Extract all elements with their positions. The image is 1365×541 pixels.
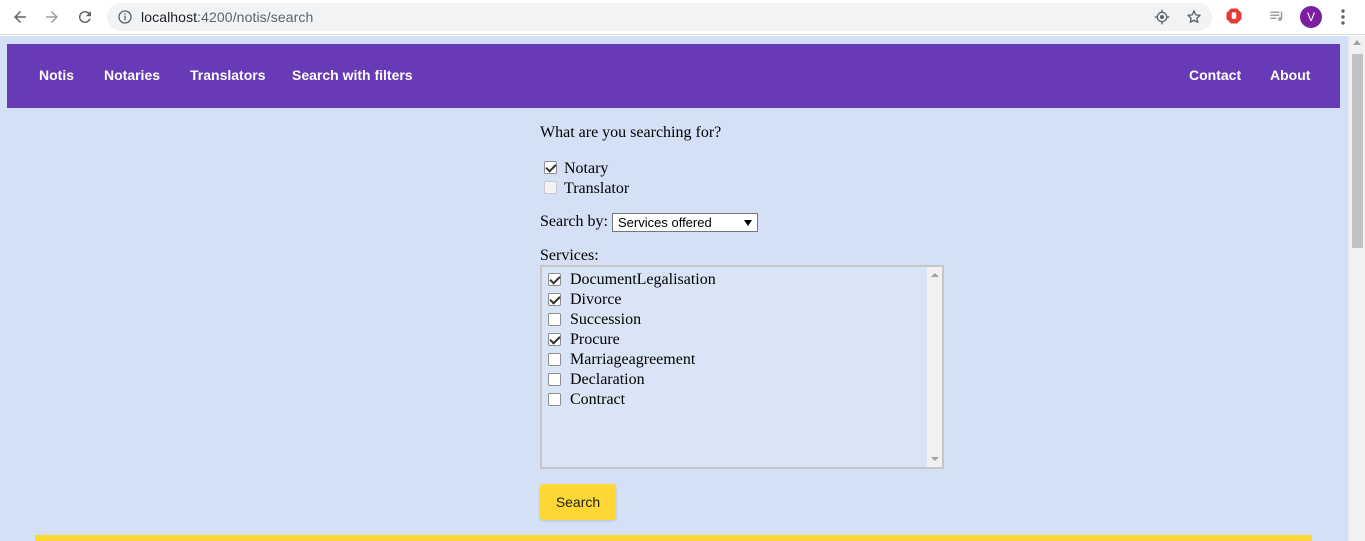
menu-icon[interactable]	[1336, 8, 1350, 26]
nav-link-translators[interactable]: Translators	[190, 67, 265, 83]
service-checkbox-documentlegalisation[interactable]	[548, 273, 561, 286]
app-navbar: Notis Notaries Translators Search with f…	[7, 44, 1340, 108]
avatar[interactable]: V	[1300, 6, 1322, 28]
notary-label: Notary	[564, 160, 609, 177]
reload-icon[interactable]	[74, 6, 96, 28]
info-icon[interactable]	[117, 9, 133, 25]
media-icon[interactable]	[1268, 7, 1286, 25]
scroll-down-icon[interactable]	[931, 457, 939, 461]
service-label: DocumentLegalisation	[570, 271, 716, 288]
back-icon[interactable]	[9, 6, 31, 28]
service-label: Succession	[570, 311, 642, 328]
scroll-up-icon[interactable]	[1353, 40, 1361, 45]
services-list[interactable]: DocumentLegalisation Divorce Succession …	[540, 265, 944, 469]
scrollbar-thumb[interactable]	[1352, 54, 1363, 248]
search-by-select[interactable]: Services offered	[612, 213, 758, 232]
list-item[interactable]: Succession	[546, 310, 926, 330]
location-icon[interactable]	[1154, 9, 1170, 25]
nav-link-search-filters[interactable]: Search with filters	[292, 67, 413, 83]
service-checkbox-contract[interactable]	[548, 393, 561, 406]
service-checkbox-declaration[interactable]	[548, 373, 561, 386]
adblock-icon[interactable]	[1225, 7, 1243, 25]
url-text: localhost:4200/notis/search	[141, 9, 314, 25]
page-viewport: Notis Notaries Translators Search with f…	[0, 36, 1348, 541]
page-scrollbar[interactable]	[1348, 36, 1365, 541]
service-label: Procure	[570, 331, 620, 348]
search-button[interactable]: Search	[540, 484, 616, 520]
list-item[interactable]: Procure	[546, 330, 926, 350]
search-by-value: Services offered	[618, 215, 712, 230]
service-label: Declaration	[570, 371, 645, 388]
scroll-up-icon[interactable]	[931, 273, 939, 277]
nav-link-about[interactable]: About	[1270, 67, 1310, 83]
translator-checkbox[interactable]	[544, 181, 557, 194]
results-panel-edge	[35, 535, 1312, 541]
notary-checkbox[interactable]	[544, 161, 557, 174]
list-item[interactable]: Marriageagreement	[546, 350, 926, 370]
search-question: What are you searching for?	[540, 124, 722, 141]
service-label: Contract	[570, 391, 626, 408]
nav-link-contact[interactable]: Contact	[1189, 67, 1241, 83]
nav-link-notis[interactable]: Notis	[39, 67, 74, 83]
star-icon[interactable]	[1186, 9, 1202, 25]
services-scrollbar[interactable]	[927, 267, 942, 467]
service-checkbox-divorce[interactable]	[548, 293, 561, 306]
list-item[interactable]: Divorce	[546, 290, 926, 310]
forward-icon[interactable]	[41, 6, 63, 28]
list-item[interactable]: DocumentLegalisation	[546, 270, 926, 290]
services-label: Services:	[540, 247, 599, 264]
browser-toolbar: localhost:4200/notis/search V	[0, 0, 1365, 35]
search-by-label: Search by:	[540, 213, 608, 230]
service-checkbox-succession[interactable]	[548, 313, 561, 326]
service-checkbox-procure[interactable]	[548, 333, 561, 346]
list-item[interactable]: Contract	[546, 390, 926, 410]
service-label: Divorce	[570, 291, 622, 308]
service-label: Marriageagreement	[570, 351, 696, 368]
nav-link-notaries[interactable]: Notaries	[104, 67, 160, 83]
translator-label: Translator	[564, 180, 630, 197]
chevron-down-icon	[744, 220, 752, 226]
service-checkbox-marriageagreement[interactable]	[548, 353, 561, 366]
list-item[interactable]: Declaration	[546, 370, 926, 390]
address-bar[interactable]: localhost:4200/notis/search	[107, 3, 1212, 31]
